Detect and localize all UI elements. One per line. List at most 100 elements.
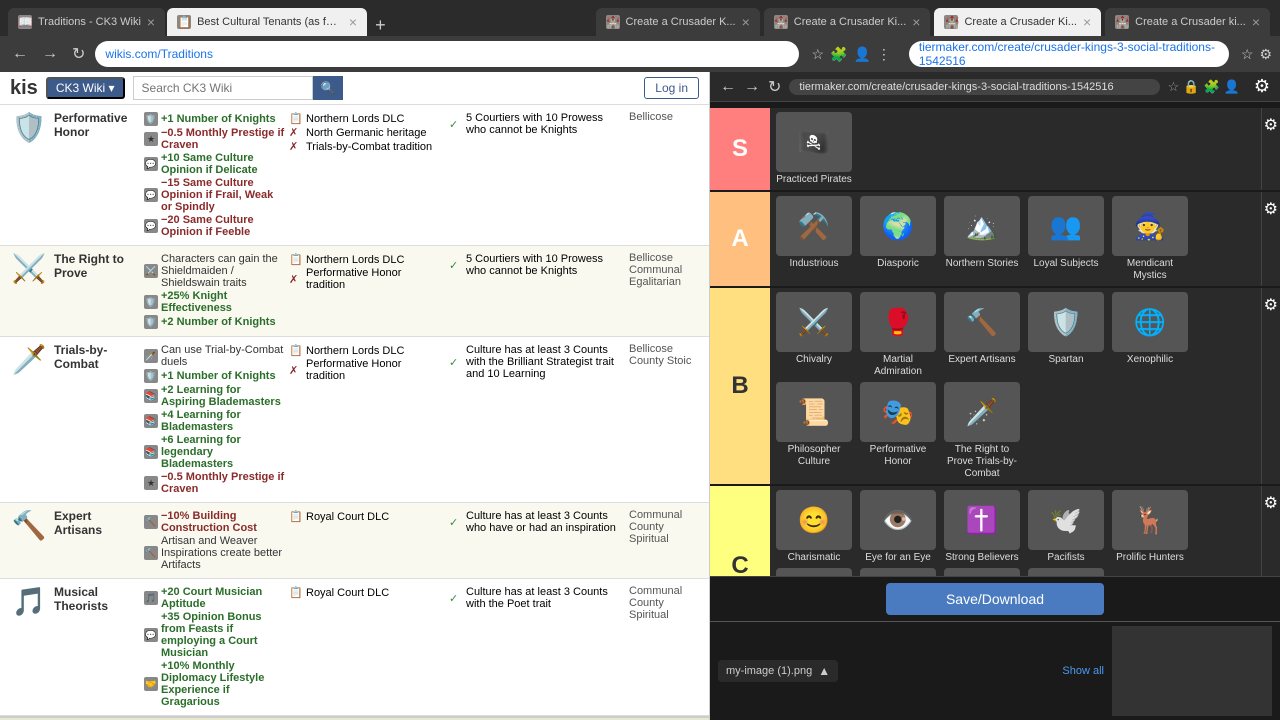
tier-side-settings-B[interactable]: ⚙ <box>1261 288 1280 484</box>
show-all-link[interactable]: Show all <box>1062 665 1104 677</box>
tier-item-3-2[interactable]: ✝️ Strong Believers <box>942 490 1022 564</box>
req-text-3-0: Royal Court DLC <box>306 511 389 523</box>
effect-line-1-2: 🛡️ +2 Number of Knights <box>144 315 285 329</box>
req-line-2-1: ✗ Performative Honor tradition <box>289 358 441 382</box>
tier-label-B: B <box>710 288 770 484</box>
bookmark-icon-r[interactable]: ☆ <box>1241 46 1254 63</box>
eff-icon-1-1: 🛡️ <box>144 295 158 309</box>
tier-toolbar-bookmark[interactable]: ☆ <box>1168 79 1180 95</box>
tab-crusader-4[interactable]: 🏰 Create a Crusader ki... × <box>1105 8 1270 36</box>
tab-best-cultural[interactable]: 📋 Best Cultural Tenants (as far as i... … <box>167 8 367 36</box>
tier-item-label-3-0: Charismatic <box>774 552 854 564</box>
new-tab-button[interactable]: + <box>369 15 392 36</box>
tab-close-6[interactable]: × <box>1252 14 1260 30</box>
menu-icon[interactable]: ⋮ <box>877 46 891 63</box>
tier-item-img-2-7: 🗡️ <box>944 382 1020 442</box>
tier-toolbar-profile[interactable]: 👤 <box>1224 79 1240 95</box>
wiki-login-button[interactable]: Log in <box>644 77 699 99</box>
wiki-search-button[interactable]: 🔍 <box>313 76 344 100</box>
tier-item-2-6[interactable]: 🎭 Performative Honor <box>858 382 938 468</box>
tier-item-2-1[interactable]: 🥊 Martial Admiration <box>858 292 938 378</box>
tier-item-img-3-3: 🕊️ <box>1028 490 1104 550</box>
tier-item-3-4[interactable]: 🦌 Prolific Hunters <box>1110 490 1190 564</box>
tier-item-2-7[interactable]: 🗡️ The Right to Prove Trials-by-Combat <box>942 382 1022 480</box>
tier-item-3-1[interactable]: 👁️ Eye for an Eye <box>858 490 938 564</box>
effect-text-1-1: +25% Knight Effectiveness <box>161 290 285 314</box>
tier-item-img-2-4: 🌐 <box>1112 292 1188 352</box>
tier-gear-icon-A[interactable]: ⚙ <box>1264 199 1278 219</box>
forward-button[interactable]: → <box>38 43 62 65</box>
tier-item-label-1-2: Northern Stories <box>942 258 1022 270</box>
tradition-req-1: 📋 Northern Lords DLC ✗ Performative Hono… <box>285 252 445 292</box>
wiki-search-input[interactable] <box>133 76 313 100</box>
address-bar-left[interactable]: wikis.com/Traditions <box>95 41 799 67</box>
tier-item-3-6[interactable]: 📖 Storytellers <box>858 568 938 576</box>
tier-side-settings-C[interactable]: ⚙ <box>1261 486 1280 576</box>
tab-crusader-3[interactable]: 🏰 Create a Crusader Ki... × <box>934 8 1101 36</box>
tab-close-5[interactable]: × <box>1083 14 1091 30</box>
tier-item-1-1[interactable]: 🌍 Diasporic <box>858 196 938 270</box>
tab-ck3wiki[interactable]: 📖 Traditions - CK3 Wiki × <box>8 8 165 36</box>
tier-item-3-8[interactable]: 🥗 Vegetarians <box>1026 568 1106 576</box>
tab-crusader-1[interactable]: 🏰 Create a Crusader K... × <box>596 8 760 36</box>
tray-filename: my-image (1).png <box>726 665 812 677</box>
eff-icon-0-2: 💬 <box>144 157 158 171</box>
tier-item-3-3[interactable]: 🕊️ Pacifists <box>1026 490 1106 564</box>
tier-item-1-0[interactable]: ⚒️ Industrious <box>774 196 854 270</box>
tier-back-btn[interactable]: ← <box>720 78 736 96</box>
tier-label-C: C <box>710 486 770 576</box>
tier-row-A: A ⚒️ Industrious 🌍 Diasporic 🏔️ Northern… <box>710 192 1280 286</box>
tier-gear-icon-B[interactable]: ⚙ <box>1264 295 1278 315</box>
tab-label-3: Create a Crusader K... <box>626 16 736 28</box>
tab-close-3[interactable]: × <box>742 14 750 30</box>
tier-item-2-4[interactable]: 🌐 Xenophilic <box>1110 292 1190 366</box>
tab-close-1[interactable]: × <box>147 14 155 30</box>
tier-row-B: B ⚔️ Chivalry 🥊 Martial Admiration 🔨 Exp… <box>710 288 1280 484</box>
tier-item-2-5[interactable]: 📜 Philosopher Culture <box>774 382 854 468</box>
save-download-button[interactable]: Save/Download <box>886 583 1104 615</box>
effect-line-0-1: ★ −0.5 Monthly Prestige if Craven <box>144 127 285 151</box>
tier-settings-icon[interactable]: ⚙ <box>1254 76 1270 97</box>
tier-item-0-0[interactable]: 🏴‍☠️ Practiced Pirates <box>774 112 854 186</box>
req-text-1-1: Performative Honor tradition <box>306 267 441 291</box>
tier-item-1-3[interactable]: 👥 Loyal Subjects <box>1026 196 1106 270</box>
profile-icon[interactable]: 👤 <box>853 46 870 63</box>
effect-line-3-0: 🔨 −10% Building Construction Cost <box>144 510 285 534</box>
tier-gear-icon-S[interactable]: ⚙ <box>1264 115 1278 135</box>
tradition-opt-0: ✓ 5 Courtiers with 10 Prowess who cannot… <box>445 111 625 137</box>
tab-crusader-2[interactable]: 🏰 Create a Crusader Ki... × <box>764 8 931 36</box>
reload-button[interactable]: ↻ <box>68 42 89 66</box>
tier-item-3-7[interactable]: ⚔️ Warrior Culture <box>942 568 1022 576</box>
tier-item-2-0[interactable]: ⚔️ Chivalry <box>774 292 854 366</box>
eff-icon-4-1: 💬 <box>144 628 158 642</box>
bookmark-icon[interactable]: ☆ <box>811 46 824 63</box>
tier-item-2-2[interactable]: 🔨 Expert Artisans <box>942 292 1022 366</box>
tier-address-bar[interactable]: tiermaker.com/create/crusader-kings-3-so… <box>789 79 1159 95</box>
tier-item-img-3-1: 👁️ <box>860 490 936 550</box>
eff-icon-0-4: 💬 <box>144 219 158 233</box>
tradition-ethos-4: Communal County Spiritual <box>625 585 705 621</box>
tier-item-1-4[interactable]: 🧙 Mendicant Mystics <box>1110 196 1190 282</box>
tier-item-3-0[interactable]: 😊 Charismatic <box>774 490 854 564</box>
tier-gear-icon-C[interactable]: ⚙ <box>1264 493 1278 513</box>
effect-text-2-1: +1 Number of Knights <box>161 370 276 382</box>
tier-side-settings-A[interactable]: ⚙ <box>1261 192 1280 286</box>
req-line-0-2: ✗ Trials-by-Combat tradition <box>289 140 441 153</box>
back-button[interactable]: ← <box>8 43 32 65</box>
tier-item-3-5[interactable]: ⛵ Seafarers <box>774 568 854 576</box>
tier-item-1-2[interactable]: 🏔️ Northern Stories <box>942 196 1022 270</box>
tab-close-4[interactable]: × <box>912 14 920 30</box>
tier-toolbar-ext[interactable]: 🧩 <box>1203 79 1219 95</box>
address-bar-right[interactable]: tiermaker.com/create/crusader-kings-3-so… <box>909 41 1229 67</box>
wiki-nav-dropdown[interactable]: CK3 Wiki ▾ <box>46 77 125 99</box>
tier-reload-btn[interactable]: ↻ <box>768 77 781 97</box>
settings-icon-r[interactable]: ⚙ <box>1259 46 1272 63</box>
extension-icon[interactable]: 🧩 <box>830 46 847 63</box>
tier-item-2-3[interactable]: 🛡️ Spartan <box>1026 292 1106 366</box>
tab-close-2[interactable]: × <box>349 14 357 30</box>
tray-file-item[interactable]: my-image (1).png ▲ <box>718 660 838 682</box>
tier-side-settings-S[interactable]: ⚙ <box>1261 108 1280 190</box>
tradition-opt-4: ✓ Culture has at least 3 Counts with the… <box>445 585 625 611</box>
wiki-header: kis CK3 Wiki ▾ 🔍 Log in <box>0 72 709 105</box>
tier-forward-btn[interactable]: → <box>744 78 760 96</box>
